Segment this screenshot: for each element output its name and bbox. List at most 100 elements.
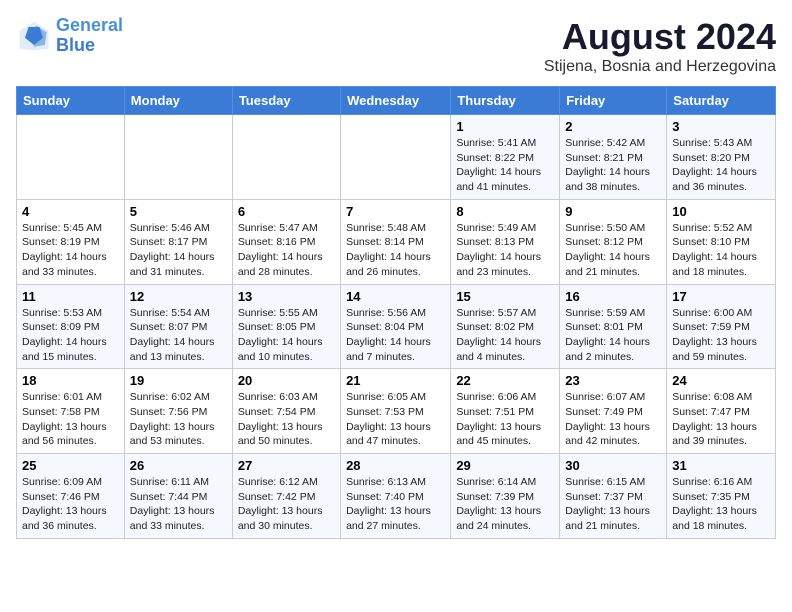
calendar-cell: 19Sunrise: 6:02 AMSunset: 7:56 PMDayligh… — [124, 369, 232, 454]
day-number: 22 — [456, 373, 554, 388]
day-info: Sunrise: 6:13 AMSunset: 7:40 PMDaylight:… — [346, 475, 445, 534]
day-info: Sunrise: 6:14 AMSunset: 7:39 PMDaylight:… — [456, 475, 554, 534]
day-number: 14 — [346, 289, 445, 304]
calendar-cell: 17 Sunrise: 6:00 AMSunset: 7:59 PMDayligh… — [667, 284, 776, 369]
day-number: 26 — [130, 458, 227, 473]
day-number: 29 — [456, 458, 554, 473]
subtitle: Stijena, Bosnia and Herzegovina — [544, 58, 776, 76]
day-info: Sunrise: 6:16 AMSunset: 7:35 PMDaylight:… — [672, 475, 770, 534]
day-info: Sunrise: 5:48 AMSunset: 8:14 PMDaylight:… — [346, 221, 445, 280]
day-number: 21 — [346, 373, 445, 388]
day-number: 19 — [130, 373, 227, 388]
calendar-cell: 4 Sunrise: 5:45 AMSunset: 8:19 PMDaylight… — [17, 199, 125, 284]
day-number: 25 — [22, 458, 119, 473]
calendar-cell: 21Sunrise: 6:05 AMSunset: 7:53 PMDayligh… — [341, 369, 451, 454]
calendar-week-3: 11 Sunrise: 5:53 AMSunset: 8:09 PMDayligh… — [17, 284, 776, 369]
day-info: Sunrise: 5:52 AMSunset: 8:10 PMDaylight:… — [672, 221, 770, 280]
calendar-header-monday: Monday — [124, 87, 232, 115]
day-info: Sunrise: 5:43 AMSunset: 8:20 PMDaylight:… — [672, 136, 770, 195]
calendar-cell: 20Sunrise: 6:03 AMSunset: 7:54 PMDayligh… — [232, 369, 340, 454]
day-info: Sunrise: 5:47 AMSunset: 8:16 PMDaylight:… — [238, 221, 335, 280]
day-info: Sunrise: 6:11 AMSunset: 7:44 PMDaylight:… — [130, 475, 227, 534]
calendar-cell: 30 Sunrise: 6:15 AMSunset: 7:37 PMDayligh… — [560, 454, 667, 539]
calendar-cell: 25Sunrise: 6:09 AMSunset: 7:46 PMDayligh… — [17, 454, 125, 539]
calendar-cell: 15 Sunrise: 5:57 AMSunset: 8:02 PMDayligh… — [451, 284, 560, 369]
day-info: Sunrise: 5:46 AMSunset: 8:17 PMDaylight:… — [130, 221, 227, 280]
calendar-cell: 22 Sunrise: 6:06 AMSunset: 7:51 PMDayligh… — [451, 369, 560, 454]
calendar-cell — [124, 115, 232, 200]
day-info: Sunrise: 6:00 AMSunset: 7:59 PMDaylight:… — [672, 306, 770, 365]
day-info: Sunrise: 5:57 AMSunset: 8:02 PMDaylight:… — [456, 306, 554, 365]
day-number: 17 — [672, 289, 770, 304]
calendar-cell: 3Sunrise: 5:43 AMSunset: 8:20 PMDaylight… — [667, 115, 776, 200]
day-number: 20 — [238, 373, 335, 388]
calendar-cell: 6Sunrise: 5:47 AMSunset: 8:16 PMDaylight… — [232, 199, 340, 284]
calendar-cell: 16 Sunrise: 5:59 AMSunset: 8:01 PMDayligh… — [560, 284, 667, 369]
day-info: Sunrise: 6:08 AMSunset: 7:47 PMDaylight:… — [672, 390, 770, 449]
calendar-cell — [341, 115, 451, 200]
day-info: Sunrise: 5:56 AMSunset: 8:04 PMDaylight:… — [346, 306, 445, 365]
calendar-cell: 14 Sunrise: 5:56 AMSunset: 8:04 PMDayligh… — [341, 284, 451, 369]
calendar-table: SundayMondayTuesdayWednesdayThursdayFrid… — [16, 86, 776, 539]
day-info: Sunrise: 6:07 AMSunset: 7:49 PMDaylight:… — [565, 390, 661, 449]
day-number: 7 — [346, 204, 445, 219]
day-number: 16 — [565, 289, 661, 304]
calendar-week-2: 4 Sunrise: 5:45 AMSunset: 8:19 PMDaylight… — [17, 199, 776, 284]
calendar-cell: 31 Sunrise: 6:16 AMSunset: 7:35 PMDayligh… — [667, 454, 776, 539]
calendar-cell: 2 Sunrise: 5:42 AMSunset: 8:21 PMDaylight… — [560, 115, 667, 200]
calendar-cell — [232, 115, 340, 200]
calendar-header-tuesday: Tuesday — [232, 87, 340, 115]
day-number: 10 — [672, 204, 770, 219]
calendar-header-friday: Friday — [560, 87, 667, 115]
calendar-header-thursday: Thursday — [451, 87, 560, 115]
day-info: Sunrise: 5:55 AMSunset: 8:05 PMDaylight:… — [238, 306, 335, 365]
day-number: 1 — [456, 119, 554, 134]
day-info: Sunrise: 6:15 AMSunset: 7:37 PMDaylight:… — [565, 475, 661, 534]
day-number: 23 — [565, 373, 661, 388]
calendar-week-1: 1 Sunrise: 5:41 AMSunset: 8:22 PMDaylight… — [17, 115, 776, 200]
calendar-cell: 8Sunrise: 5:49 AMSunset: 8:13 PMDaylight… — [451, 199, 560, 284]
day-info: Sunrise: 5:41 AMSunset: 8:22 PMDaylight:… — [456, 136, 554, 195]
title-block: August 2024 Stijena, Bosnia and Herzegov… — [544, 16, 776, 76]
day-number: 30 — [565, 458, 661, 473]
calendar-week-5: 25Sunrise: 6:09 AMSunset: 7:46 PMDayligh… — [17, 454, 776, 539]
calendar-cell: 9 Sunrise: 5:50 AMSunset: 8:12 PMDaylight… — [560, 199, 667, 284]
calendar-cell: 7 Sunrise: 5:48 AMSunset: 8:14 PMDaylight… — [341, 199, 451, 284]
calendar-cell: 23 Sunrise: 6:07 AMSunset: 7:49 PMDayligh… — [560, 369, 667, 454]
logo: General Blue — [16, 16, 123, 56]
calendar-body: 1 Sunrise: 5:41 AMSunset: 8:22 PMDaylight… — [17, 115, 776, 539]
day-info: Sunrise: 5:42 AMSunset: 8:21 PMDaylight:… — [565, 136, 661, 195]
day-info: Sunrise: 5:45 AMSunset: 8:19 PMDaylight:… — [22, 221, 119, 280]
calendar-week-4: 18 Sunrise: 6:01 AMSunset: 7:58 PMDayligh… — [17, 369, 776, 454]
logo-icon — [16, 18, 52, 54]
calendar-header-sunday: Sunday — [17, 87, 125, 115]
day-number: 18 — [22, 373, 119, 388]
day-number: 4 — [22, 204, 119, 219]
day-number: 8 — [456, 204, 554, 219]
day-number: 13 — [238, 289, 335, 304]
calendar-cell: 28 Sunrise: 6:13 AMSunset: 7:40 PMDayligh… — [341, 454, 451, 539]
day-number: 12 — [130, 289, 227, 304]
day-info: Sunrise: 6:01 AMSunset: 7:58 PMDaylight:… — [22, 390, 119, 449]
day-info: Sunrise: 5:53 AMSunset: 8:09 PMDaylight:… — [22, 306, 119, 365]
calendar-cell: 12 Sunrise: 5:54 AMSunset: 8:07 PMDayligh… — [124, 284, 232, 369]
logo-blue: Blue — [56, 35, 95, 55]
day-number: 9 — [565, 204, 661, 219]
main-title: August 2024 — [544, 16, 776, 58]
day-number: 31 — [672, 458, 770, 473]
calendar-cell: 26 Sunrise: 6:11 AMSunset: 7:44 PMDayligh… — [124, 454, 232, 539]
calendar-cell: 27Sunrise: 6:12 AMSunset: 7:42 PMDayligh… — [232, 454, 340, 539]
day-number: 28 — [346, 458, 445, 473]
day-info: Sunrise: 6:06 AMSunset: 7:51 PMDaylight:… — [456, 390, 554, 449]
calendar-cell: 1 Sunrise: 5:41 AMSunset: 8:22 PMDaylight… — [451, 115, 560, 200]
day-number: 11 — [22, 289, 119, 304]
calendar-cell: 10 Sunrise: 5:52 AMSunset: 8:10 PMDayligh… — [667, 199, 776, 284]
day-number: 2 — [565, 119, 661, 134]
day-info: Sunrise: 5:50 AMSunset: 8:12 PMDaylight:… — [565, 221, 661, 280]
day-info: Sunrise: 5:59 AMSunset: 8:01 PMDaylight:… — [565, 306, 661, 365]
day-number: 24 — [672, 373, 770, 388]
calendar-header-saturday: Saturday — [667, 87, 776, 115]
day-number: 27 — [238, 458, 335, 473]
day-info: Sunrise: 5:54 AMSunset: 8:07 PMDaylight:… — [130, 306, 227, 365]
day-number: 15 — [456, 289, 554, 304]
